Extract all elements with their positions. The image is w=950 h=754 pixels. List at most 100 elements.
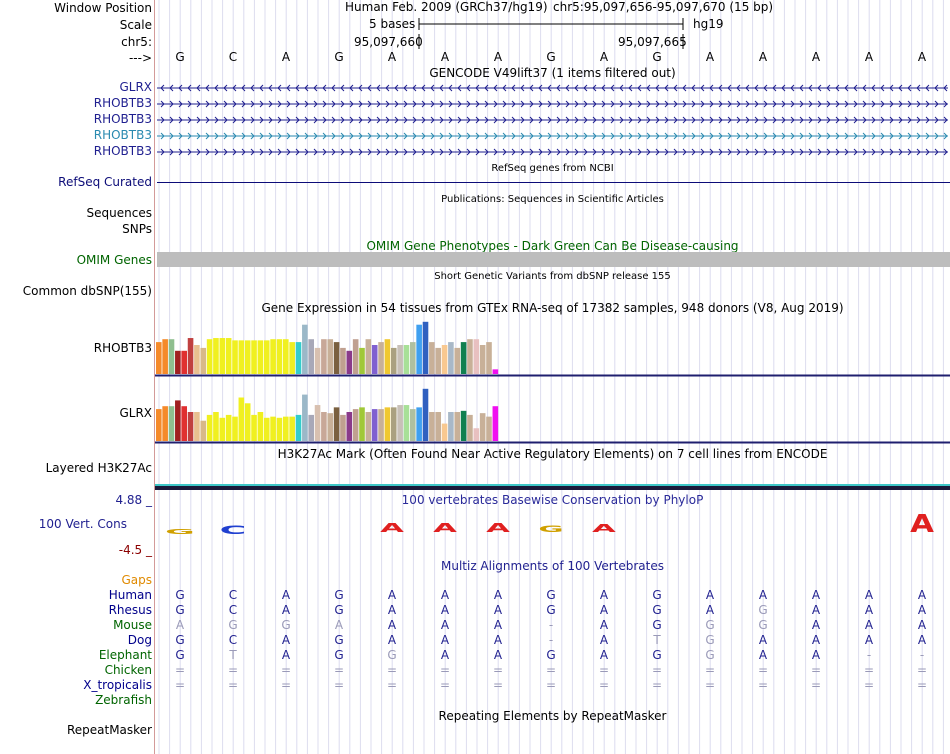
omim-gene-bar[interactable]	[157, 252, 950, 267]
aligned-base: A	[865, 633, 874, 647]
aligned-base: A	[282, 648, 291, 662]
gene-label-rhobtb3[interactable]: RHOBTB3	[94, 96, 152, 110]
tissue-bar	[321, 412, 327, 441]
tissue-bar	[441, 345, 448, 374]
aligned-base: A	[441, 618, 450, 632]
aligned-base: A	[176, 618, 185, 632]
tissue-bar	[327, 413, 334, 441]
aligned-base: =	[334, 663, 344, 677]
aligned-base: A	[812, 648, 821, 662]
aligned-base: G	[652, 648, 661, 662]
tissue-bar	[263, 340, 270, 374]
tissue-bar	[238, 340, 245, 374]
aligned-base: A	[706, 603, 715, 617]
h3k27ac-track-title: H3K27Ac Mark (Often Found Near Active Re…	[277, 447, 828, 461]
tissue-bar	[346, 350, 353, 374]
refseq-track-label[interactable]: RefSeq Curated	[58, 175, 152, 189]
scale-bar	[418, 18, 684, 30]
tissue-bar	[403, 345, 410, 374]
tissue-bar	[225, 338, 232, 374]
gene-label-glrx[interactable]: GLRX	[119, 80, 152, 94]
reference-base: A	[494, 50, 503, 64]
tissue-bar	[492, 369, 499, 374]
aligned-base: G	[387, 648, 396, 662]
aligned-base: G	[652, 603, 661, 617]
conservation-logo[interactable]: GCAAAGAA	[155, 510, 950, 550]
aligned-base: =	[493, 678, 503, 692]
aligned-base: =	[811, 663, 821, 677]
gencode-gene-models[interactable]	[155, 80, 950, 160]
tissue-bar	[276, 339, 283, 374]
reference-base: A	[706, 50, 715, 64]
tissue-bar	[390, 347, 397, 374]
refseq-gene-line[interactable]	[157, 182, 950, 183]
repeatmasker-track-title: Repeating Elements by RepeatMasker	[438, 709, 667, 723]
tissue-bar	[410, 342, 416, 374]
aligned-base: -	[549, 633, 553, 647]
tissue-bar	[378, 409, 384, 441]
tissue-bar	[327, 339, 334, 374]
snps-track-label[interactable]: SNPs	[122, 222, 152, 236]
aligned-base: G	[546, 648, 555, 662]
aligned-base: =	[917, 678, 927, 692]
aligned-base: C	[229, 633, 237, 647]
tissue-bar	[346, 412, 353, 441]
genome-browser-image: Window Position Scale chr5: ---> GLRX RH…	[0, 0, 950, 754]
aligned-base: =	[864, 678, 874, 692]
conservation-track-label[interactable]: 100 Vert. Cons	[39, 517, 127, 531]
aligned-base: A	[865, 588, 874, 602]
aligned-base: A	[282, 588, 291, 602]
omim-track-label[interactable]: OMIM Genes	[77, 253, 152, 267]
aligned-base: A	[812, 588, 821, 602]
gene-label-rhobtb3[interactable]: RHOBTB3	[94, 112, 152, 126]
conservation-letter: A	[433, 520, 458, 535]
aligned-base: C	[229, 588, 237, 602]
aligned-base: A	[282, 633, 291, 647]
tissue-bar	[384, 407, 391, 441]
tissue-bar	[448, 412, 454, 441]
sequences-track-label[interactable]: Sequences	[87, 206, 152, 220]
tissue-bar	[194, 345, 200, 374]
reference-base: A	[918, 50, 927, 64]
aligned-base: A	[918, 603, 927, 617]
track-image-area[interactable]: Human Feb. 2009 (GRCh37/hg19) chr5:95,09…	[155, 0, 950, 754]
gene-label-rhobtb3[interactable]: RHOBTB3	[94, 128, 152, 142]
tissue-bar	[403, 405, 410, 441]
tissue-bar	[429, 342, 435, 374]
tissue-bar	[206, 339, 213, 374]
gtex-gene-label-rhobtb3[interactable]: RHOBTB3	[94, 341, 152, 355]
tissue-bar	[371, 345, 378, 374]
aligned-base: G	[758, 603, 767, 617]
aligned-base: =	[599, 663, 609, 677]
tissue-bar	[479, 413, 486, 441]
tissue-bar	[181, 406, 187, 441]
tissue-bar	[397, 405, 403, 441]
tissue-bar	[435, 412, 441, 441]
aligned-base: G	[705, 633, 714, 647]
gtex-gene-label-glrx[interactable]: GLRX	[119, 406, 152, 420]
gaps-label: Gaps	[121, 573, 152, 587]
tissue-bar	[435, 347, 441, 374]
repeatmasker-track-label[interactable]: RepeatMasker	[67, 723, 152, 737]
aligned-base: A	[812, 603, 821, 617]
tissue-bar	[181, 350, 187, 374]
aligned-base: =	[758, 678, 768, 692]
tissue-bar	[168, 406, 175, 441]
multiz-alignment-grid[interactable]: G C A G A A A G A G A A A A AG C A G A A A G A G A G A A AA G G A A A A - A G…	[155, 586, 950, 706]
tissue-bar	[257, 340, 264, 374]
gene-label-rhobtb3[interactable]: RHOBTB3	[94, 144, 152, 158]
aligned-base: G	[652, 618, 661, 632]
aligned-base: =	[811, 678, 821, 692]
tissue-bar	[219, 417, 226, 441]
aligned-base: A	[441, 603, 450, 617]
tissue-bar	[410, 409, 416, 441]
dbsnp-track-label[interactable]: Common dbSNP(155)	[23, 284, 152, 298]
h3k27ac-track-label[interactable]: Layered H3K27Ac	[46, 461, 152, 475]
tissue-bar	[340, 347, 346, 374]
coord-ticks	[418, 34, 684, 49]
tissue-bar	[168, 339, 175, 374]
aligned-base: A	[282, 603, 291, 617]
gtex-expression-bars[interactable]	[155, 314, 950, 444]
aligned-base: A	[388, 588, 397, 602]
aligned-base: A	[494, 588, 503, 602]
